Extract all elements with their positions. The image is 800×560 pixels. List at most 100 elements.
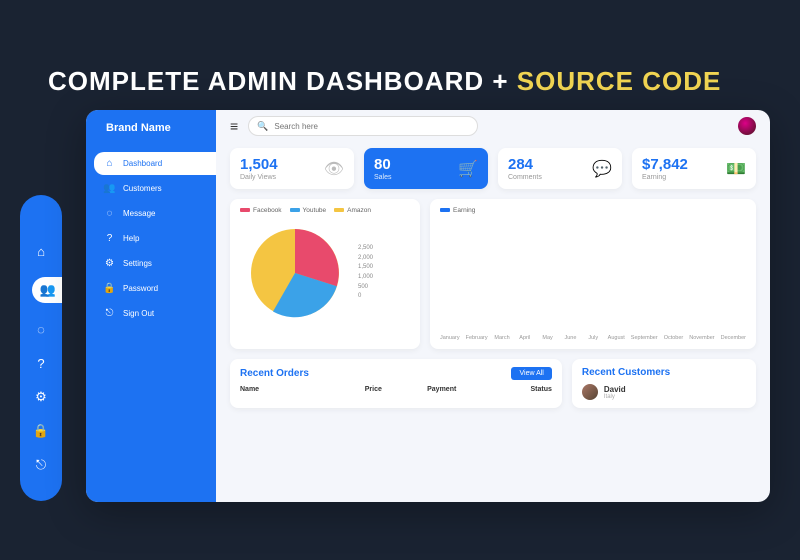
comment-icon: 💬 (592, 159, 612, 179)
stat-card-comments[interactable]: 284Comments 💬 (498, 148, 622, 189)
signout-icon[interactable]: ⎋ (33, 457, 49, 473)
sidebar-item-label: Sign Out (123, 309, 154, 318)
lock-icon[interactable]: 🔒 (33, 423, 49, 439)
gear-icon: ⚙ (104, 258, 115, 269)
bar-label: August (608, 335, 625, 341)
chat-icon: ◌ (104, 208, 115, 219)
signout-icon: ⎋ (104, 308, 115, 319)
brand-name: Brand Name (106, 122, 171, 134)
customer-row[interactable]: David Italy (582, 384, 746, 400)
bar-label: July (588, 335, 598, 341)
sidebar-item-label: Help (123, 234, 139, 243)
bar-column: December (721, 333, 746, 341)
stat-value: 80 (374, 156, 392, 173)
pie-chart-card: Facebook Youtube Amazon 2,500 2,000 1,50… (230, 199, 420, 349)
hero-title-accent: SOURCE CODE (517, 66, 722, 96)
bar-legend: Earning (440, 207, 746, 214)
pie-scale: 2,500 2,000 1,500 1,000 500 0 (358, 244, 373, 302)
sidebar-item-label: Password (123, 284, 158, 293)
table-header: Name Price Payment Status (240, 386, 552, 393)
bar-column: November (689, 333, 714, 341)
sidebar-item-dashboard[interactable]: ⌂ Dashboard (94, 152, 216, 175)
bar-label: June (564, 335, 576, 341)
customer-sub: Italy (604, 394, 626, 400)
panel-title: Recent Orders (240, 368, 309, 379)
bar-label: April (519, 335, 530, 341)
question-icon[interactable]: ? (33, 355, 49, 371)
question-icon: ? (104, 233, 115, 244)
bar-label: February (466, 335, 488, 341)
view-all-button[interactable]: View All (511, 367, 551, 380)
stat-value: 1,504 (240, 156, 278, 173)
search-icon: 🔍 (257, 121, 268, 132)
bar-column: March (494, 333, 511, 341)
chat-icon[interactable]: ◌ (33, 321, 49, 337)
users-icon[interactable]: 👥 (32, 277, 62, 303)
hero-title: COMPLETE ADMIN DASHBOARD + SOURCE CODE (48, 66, 721, 97)
legend-item: Earning (440, 207, 475, 214)
sidebar-item-password[interactable]: 🔒 Password (94, 277, 216, 300)
pie-legend: Facebook Youtube Amazon (240, 207, 410, 214)
stat-value: 284 (508, 156, 542, 173)
bar-label: September (631, 335, 658, 341)
home-icon[interactable]: ⌂ (33, 243, 49, 259)
bar-column: September (631, 333, 658, 341)
main-content: ≡ 🔍 1,504Daily Views 👁 80Sales 🛒 284Comm… (216, 110, 770, 502)
sidebar: Brand Name ⌂ Dashboard 👥 Customers ◌ Mes… (86, 110, 216, 502)
stat-card-sales[interactable]: 80Sales 🛒 (364, 148, 488, 189)
bar-label: October (664, 335, 684, 341)
brand: Brand Name (86, 122, 216, 148)
bar-column: June (562, 333, 579, 341)
stat-row: 1,504Daily Views 👁 80Sales 🛒 284Comments… (216, 142, 770, 199)
bar-chart-card: Earning January February March April May June… (430, 199, 756, 349)
legend-item: Amazon (334, 207, 371, 214)
stat-label: Earning (642, 174, 688, 181)
sidebar-item-label: Message (123, 209, 155, 218)
chart-row: Facebook Youtube Amazon 2,500 2,000 1,50… (216, 199, 770, 359)
menu-toggle-icon[interactable]: ≡ (230, 118, 238, 134)
sidebar-item-settings[interactable]: ⚙ Settings (94, 252, 216, 275)
users-icon: 👥 (104, 183, 115, 194)
legend-item: Youtube (290, 207, 327, 214)
stat-value: $7,842 (642, 156, 688, 173)
stat-label: Comments (508, 174, 542, 181)
bar-label: November (689, 335, 714, 341)
stat-card-earning[interactable]: $7,842Earning 💵 (632, 148, 756, 189)
apple-logo-icon (33, 209, 49, 225)
bar-label: March (494, 335, 509, 341)
gear-icon[interactable]: ⚙ (33, 389, 49, 405)
hero-title-prefix: COMPLETE ADMIN DASHBOARD + (48, 66, 517, 96)
mini-sidebar: ⌂ 👥 ◌ ? ⚙ 🔒 ⎋ (20, 195, 62, 501)
lock-icon: 🔒 (104, 283, 115, 294)
bar-column: January (440, 333, 460, 341)
cash-icon: 💵 (726, 159, 746, 179)
bar-label: May (542, 335, 552, 341)
sidebar-item-signout[interactable]: ⎋ Sign Out (94, 302, 216, 325)
panel-title: Recent Customers (582, 367, 670, 378)
bar-column: August (608, 333, 625, 341)
search-box[interactable]: 🔍 (248, 116, 478, 136)
sidebar-item-label: Customers (123, 184, 162, 193)
bar-column: April (516, 333, 533, 341)
sidebar-item-label: Settings (123, 259, 152, 268)
customer-name: David (604, 385, 626, 394)
dashboard-window: Brand Name ⌂ Dashboard 👥 Customers ◌ Mes… (86, 110, 770, 502)
recent-customers-panel: Recent Customers David Italy (572, 359, 756, 408)
stat-card-views[interactable]: 1,504Daily Views 👁 (230, 148, 354, 189)
nav: ⌂ Dashboard 👥 Customers ◌ Message ? Help… (86, 148, 216, 325)
bottom-row: Recent Orders View All Name Price Paymen… (216, 359, 770, 408)
sidebar-item-label: Dashboard (123, 159, 162, 168)
eye-icon: 👁 (324, 159, 344, 179)
sidebar-item-message[interactable]: ◌ Message (94, 202, 216, 225)
bar-label: January (440, 335, 460, 341)
avatar[interactable] (738, 117, 756, 135)
legend-item: Facebook (240, 207, 282, 214)
topbar: ≡ 🔍 (216, 110, 770, 142)
search-input[interactable] (274, 122, 469, 131)
stat-label: Daily Views (240, 174, 278, 181)
sidebar-item-customers[interactable]: 👥 Customers (94, 177, 216, 200)
bar-column: February (466, 333, 488, 341)
sidebar-item-help[interactable]: ? Help (94, 227, 216, 250)
bar-chart: January February March April May June July Augu… (440, 218, 746, 343)
recent-orders-panel: Recent Orders View All Name Price Paymen… (230, 359, 562, 408)
